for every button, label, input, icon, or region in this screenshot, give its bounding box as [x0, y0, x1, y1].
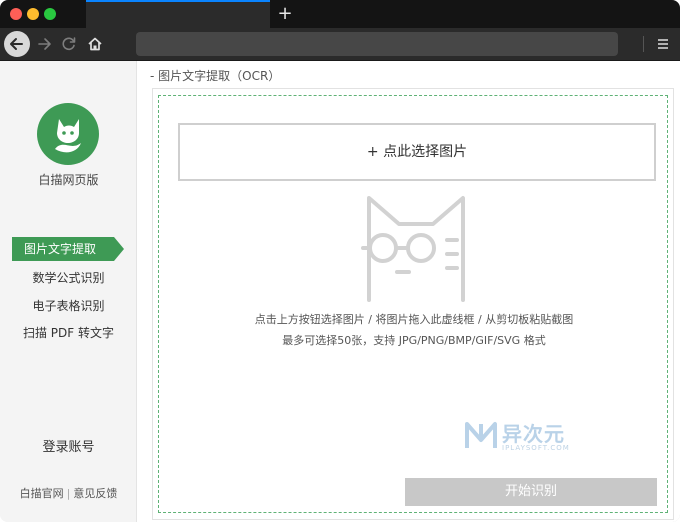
sidebar-item-math-formula[interactable]: 数学公式识别 [0, 267, 137, 289]
baimiao-logo-icon [37, 103, 99, 165]
address-bar[interactable] [136, 32, 618, 56]
official-site-link[interactable]: 白描官网 [20, 487, 64, 500]
sidebar: 白描网页版 图片文字提取 数学公式识别 电子表格识别 扫描 PDF 转文字 登录… [0, 61, 137, 522]
image-drop-zone[interactable]: + 点此选择图片 点击上方按钮选择图片 / 将图片拖入此虚线框 / 从剪切板粘贴… [158, 95, 668, 513]
sidebar-item-scan-pdf[interactable]: 扫描 PDF 转文字 [0, 322, 137, 344]
menu-button[interactable] [652, 31, 674, 57]
hamburger-menu-icon [658, 39, 668, 49]
watermark: 异次元 IPLAYSOFT.COM [462, 418, 582, 458]
cat-glasses-illustration-icon [361, 196, 465, 302]
browser-toolbar [0, 28, 680, 61]
toolbar-divider [643, 36, 644, 52]
choose-image-button[interactable]: + 点此选择图片 [178, 123, 656, 181]
breadcrumb: - 图片文字提取（OCR） [150, 69, 281, 83]
new-tab-button[interactable]: + [276, 3, 294, 25]
sidebar-item-image-ocr[interactable]: 图片文字提取 [12, 237, 124, 261]
browser-tab-active[interactable] [86, 0, 270, 28]
start-recognition-button[interactable]: 开始识别 [405, 478, 657, 506]
feedback-link[interactable]: 意见反馈 [73, 487, 117, 500]
upload-hint-line1: 点击上方按钮选择图片 / 将图片拖入此虚线框 / 从剪切板粘贴截图 [254, 313, 574, 326]
arrow-right-icon [38, 38, 51, 50]
brand-name: 白描网页版 [38, 173, 99, 187]
footer-links: 白描官网 | 意见反馈 [0, 485, 137, 501]
iplaysoft-logo-icon [465, 422, 497, 448]
forward-button[interactable] [33, 31, 57, 57]
upload-panel: + 点此选择图片 点击上方按钮选择图片 / 将图片拖入此虚线框 / 从剪切板粘贴… [152, 88, 674, 520]
arrow-left-icon [10, 38, 23, 50]
login-link[interactable]: 登录账号 [0, 436, 137, 455]
title-bar: + [0, 0, 680, 28]
watermark-subtitle: IPLAYSOFT.COM [502, 444, 570, 452]
sidebar-item-spreadsheet[interactable]: 电子表格识别 [0, 295, 137, 317]
zoom-window-button[interactable] [44, 8, 56, 20]
watermark-title: 异次元 [502, 422, 565, 446]
reload-button[interactable] [57, 31, 81, 57]
home-icon [88, 37, 102, 51]
browser-window: + 白描网页版 图片文字提取 数学公式识别 电子表格识别 扫描 PDF 转文字 … [0, 0, 680, 522]
minimize-window-button[interactable] [27, 8, 39, 20]
back-button[interactable] [4, 31, 30, 57]
footer-separator: | [66, 487, 71, 500]
close-window-button[interactable] [10, 8, 22, 20]
page-content: 白描网页版 图片文字提取 数学公式识别 电子表格识别 扫描 PDF 转文字 登录… [0, 61, 680, 522]
reload-icon [62, 37, 76, 51]
home-button[interactable] [83, 31, 107, 57]
upload-hint-line2: 最多可选择50张，支持 JPG/PNG/BMP/GIF/SVG 格式 [282, 334, 546, 347]
